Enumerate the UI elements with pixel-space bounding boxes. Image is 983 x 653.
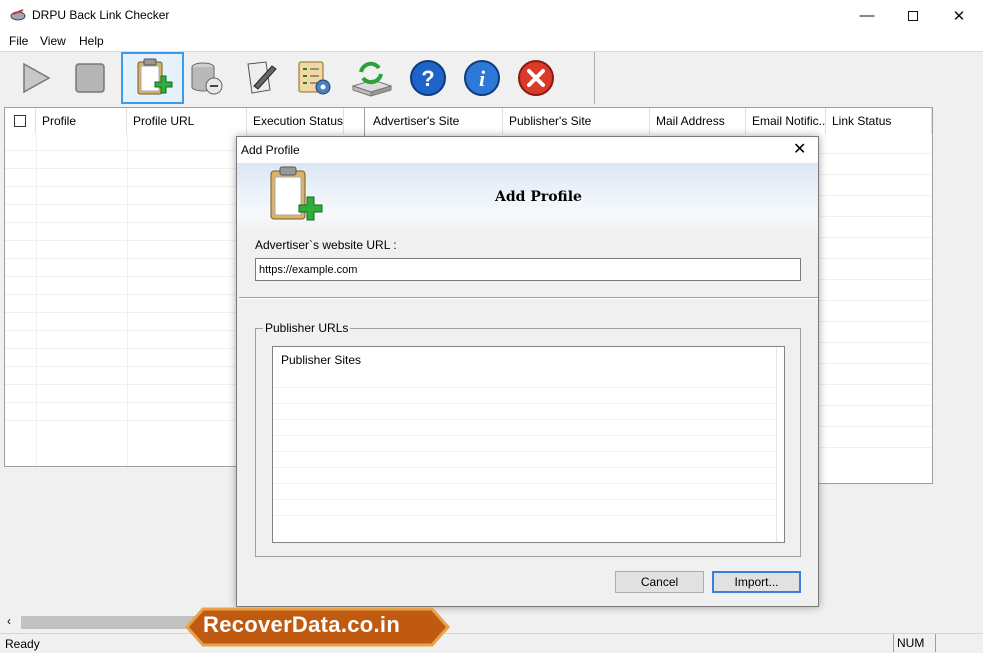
dialog-title: Add Profile xyxy=(241,143,300,157)
column-header-email-notification[interactable]: Email Notific... xyxy=(746,108,826,134)
select-all-checkbox-cell xyxy=(5,108,36,134)
select-all-checkbox[interactable] xyxy=(14,115,26,127)
close-icon: ✕ xyxy=(793,141,807,158)
database-delete-icon xyxy=(191,62,223,95)
list-column-divider xyxy=(776,347,777,542)
maximize-icon xyxy=(908,10,918,21)
column-header-execution-status[interactable]: Execution Status xyxy=(247,108,344,134)
dialog-title-bar: Add Profile ✕ xyxy=(237,137,818,163)
help-icon: ? xyxy=(410,60,446,96)
stop-icon xyxy=(75,63,105,93)
close-button[interactable]: ✕ xyxy=(936,0,982,31)
play-icon xyxy=(23,62,51,94)
grid-line xyxy=(36,134,37,466)
add-profile-button[interactable] xyxy=(121,52,184,104)
grid-line xyxy=(273,467,776,468)
help-button[interactable]: ? xyxy=(402,52,454,104)
document-edit-icon xyxy=(247,61,277,94)
svg-text:?: ? xyxy=(421,66,434,91)
status-text: Ready xyxy=(5,637,40,651)
status-bar xyxy=(0,633,983,653)
grid-line xyxy=(273,435,776,436)
minimize-icon: — xyxy=(859,7,875,24)
advertiser-url-label: Advertiser`s website URL : xyxy=(255,238,397,252)
scroll-left-icon[interactable]: ‹ xyxy=(7,614,11,628)
window-title: DRPU Back Link Checker xyxy=(32,8,170,22)
publisher-urls-group-label: Publisher URLs xyxy=(263,321,351,335)
publisher-sites-list[interactable]: Publisher Sites xyxy=(272,346,785,543)
about-button[interactable]: i xyxy=(456,52,508,104)
watermark-text: RecoverData.co.in xyxy=(203,612,401,637)
settings-checklist-icon xyxy=(298,61,331,95)
minimize-button[interactable]: — xyxy=(844,0,890,31)
column-header-advertisers-site[interactable]: Advertiser's Site xyxy=(365,108,503,134)
menu-bar xyxy=(0,31,983,51)
start-button[interactable] xyxy=(10,52,62,104)
exit-icon xyxy=(518,60,554,96)
column-header-profile-url[interactable]: Profile URL xyxy=(127,108,247,134)
maximize-button[interactable] xyxy=(890,0,936,31)
update-button[interactable] xyxy=(343,52,399,104)
num-lock-indicator: NUM xyxy=(893,634,936,652)
menu-file[interactable]: File xyxy=(9,34,28,48)
grid-line xyxy=(273,419,776,420)
import-button[interactable]: Import... xyxy=(712,571,801,593)
menu-help[interactable]: Help xyxy=(79,34,104,48)
grid-line xyxy=(273,483,776,484)
exit-button[interactable] xyxy=(510,52,562,104)
grid-line xyxy=(273,515,776,516)
clipboard-add-icon xyxy=(270,166,323,221)
grid-line xyxy=(273,387,776,388)
app-icon xyxy=(10,9,26,21)
dialog-heading: Add Profile xyxy=(495,189,582,205)
column-header-link-status[interactable]: Link Status xyxy=(826,108,932,134)
dialog-close-button[interactable]: ✕ xyxy=(793,139,806,159)
svg-text:i: i xyxy=(479,66,486,91)
add-profile-dialog: Add Profile ✕ Add Profile Advertiser`s w… xyxy=(236,136,819,607)
edit-profile-button[interactable] xyxy=(234,52,286,104)
close-icon: ✕ xyxy=(952,7,966,25)
column-header-mail-address[interactable]: Mail Address xyxy=(650,108,746,134)
cancel-button[interactable]: Cancel xyxy=(615,571,704,593)
delete-profile-button[interactable] xyxy=(180,52,232,104)
grid-line xyxy=(273,499,776,500)
publisher-sites-header: Publisher Sites xyxy=(281,353,362,367)
stop-button[interactable] xyxy=(64,52,116,104)
clipboard-add-icon xyxy=(137,58,172,95)
dialog-separator xyxy=(239,297,818,299)
menu-view[interactable]: View xyxy=(40,34,66,48)
settings-button[interactable] xyxy=(288,52,340,104)
info-icon: i xyxy=(464,60,500,96)
column-header-profile[interactable]: Profile xyxy=(36,108,127,134)
advertiser-url-input[interactable] xyxy=(255,258,801,281)
grid-line xyxy=(273,403,776,404)
refresh-drive-icon xyxy=(351,61,393,97)
grid-line xyxy=(127,134,128,466)
column-header-publishers-site[interactable]: Publisher's Site xyxy=(503,108,650,134)
grid-line xyxy=(273,451,776,452)
